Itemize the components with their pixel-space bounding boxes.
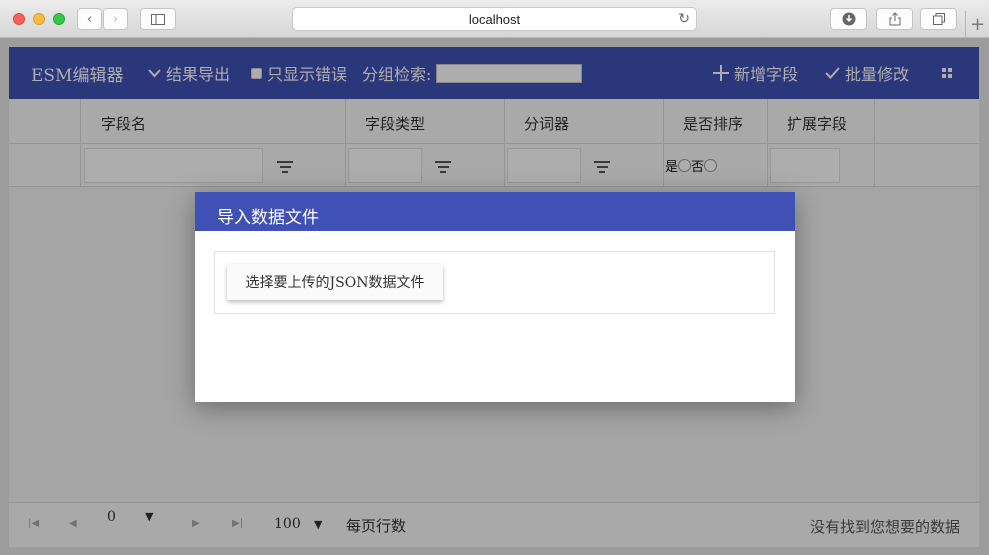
downloads-icon[interactable] bbox=[830, 8, 867, 30]
minimize-window-button[interactable] bbox=[33, 13, 45, 25]
zoom-window-button[interactable] bbox=[53, 13, 65, 25]
tabs-overview-icon[interactable] bbox=[920, 8, 957, 30]
address-bar[interactable]: localhost ↻ bbox=[292, 7, 697, 31]
back-icon[interactable]: ‹ bbox=[77, 8, 102, 30]
share-icon[interactable] bbox=[876, 8, 913, 30]
new-tab-icon[interactable]: + bbox=[965, 11, 989, 38]
dialog-title: 导入数据文件 bbox=[195, 192, 795, 231]
browser-titlebar: ‹ › localhost ↻ + bbox=[0, 0, 989, 38]
reload-icon[interactable]: ↻ bbox=[678, 11, 690, 27]
upload-json-button[interactable]: 选择要上传的JSON数据文件 bbox=[227, 264, 443, 300]
url-text: localhost bbox=[468, 11, 521, 27]
sidebar-toggle-icon[interactable] bbox=[140, 8, 176, 30]
upload-area: 选择要上传的JSON数据文件 bbox=[214, 251, 775, 314]
close-window-button[interactable] bbox=[13, 13, 25, 25]
forward-icon[interactable]: › bbox=[103, 8, 128, 30]
import-data-dialog: 导入数据文件 选择要上传的JSON数据文件 bbox=[195, 192, 795, 402]
